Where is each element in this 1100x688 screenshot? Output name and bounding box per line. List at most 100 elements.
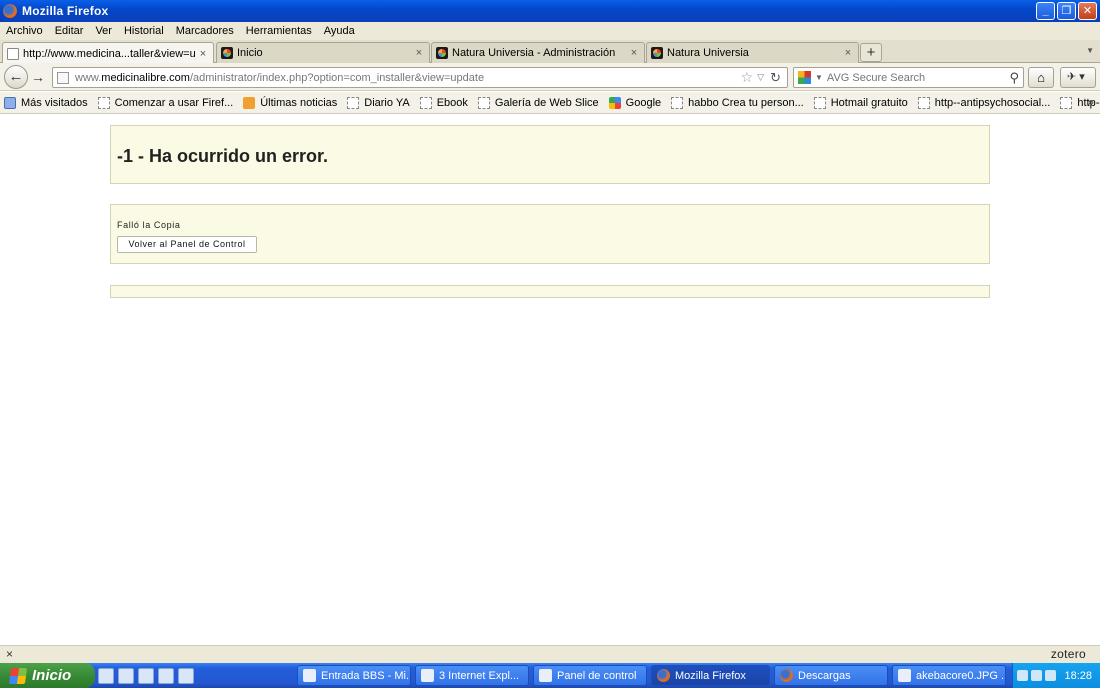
tab-label: http://www.medicina...taller&view=update	[23, 47, 196, 60]
restore-button[interactable]: ❐	[1057, 2, 1076, 20]
bookmark-item[interactable]: Hotmail gratuito	[813, 96, 908, 109]
bookmark-item[interactable]: Diario YA	[347, 96, 410, 109]
search-bar[interactable]: ▼ ⚲	[793, 67, 1024, 88]
taskbar-item[interactable]: Mozilla Firefox	[651, 665, 770, 686]
minimize-button[interactable]: _	[1036, 2, 1055, 20]
image-file-icon	[898, 669, 911, 682]
taskbar-item[interactable]: Descargas	[774, 665, 888, 686]
home-button[interactable]: ⌂	[1028, 67, 1054, 88]
bookmark-page-icon	[1060, 96, 1073, 109]
taskbar-item[interactable]: Panel de control	[533, 665, 647, 686]
folder-icon[interactable]	[98, 668, 114, 684]
bookmarks-toolbar: Más visitados Comenzar a usar Firef... Ú…	[0, 92, 1100, 114]
internet-explorer-icon[interactable]	[118, 668, 134, 684]
tab-close-icon[interactable]: ×	[412, 47, 426, 59]
tab-update[interactable]: http://www.medicina...taller&view=update…	[2, 42, 214, 64]
menu-ayuda[interactable]: Ayuda	[324, 25, 355, 37]
bookmark-page-icon	[917, 96, 930, 109]
url-bar[interactable]: www.medicinalibre.com/administrator/inde…	[52, 67, 788, 88]
menu-archivo[interactable]: Archivo	[6, 25, 43, 37]
taskbar-item[interactable]: 3 Internet Expl...	[415, 665, 529, 686]
tab-label: Natura Universia - Administración	[452, 47, 616, 59]
taskbar-item[interactable]: Entrada BBS - Mi...	[297, 665, 411, 686]
search-input[interactable]	[826, 71, 1010, 84]
start-button[interactable]: Inicio	[0, 663, 95, 688]
menu-marcadores[interactable]: Marcadores	[176, 25, 234, 37]
tab-close-icon[interactable]: ×	[841, 47, 855, 59]
close-addon-bar-icon[interactable]: ×	[6, 647, 13, 661]
taskbar-item[interactable]: akebacore0.JPG ...	[892, 665, 1006, 686]
messenger-icon[interactable]	[158, 668, 174, 684]
windows-logo-icon	[8, 667, 28, 684]
bookmark-page-icon	[477, 96, 490, 109]
bookmark-page-icon	[671, 96, 684, 109]
windows-taskbar: Inicio Entrada BBS - Mi... 3 Internet Ex…	[0, 663, 1100, 688]
search-icon[interactable]: ⚲	[1009, 70, 1019, 86]
url-text[interactable]: www.medicinalibre.com/administrator/inde…	[75, 72, 741, 84]
bookmark-item[interactable]: http--antipsychosocial...	[917, 96, 1050, 109]
most-visited-icon	[4, 96, 16, 109]
bookmark-item[interactable]: Google	[608, 96, 661, 109]
extension-menu-button[interactable]: ✈ ▾	[1060, 67, 1096, 88]
page-content: -1 - Ha ocurrido un error. Falló la Copi…	[0, 115, 1100, 645]
joomla-icon	[651, 47, 663, 59]
blank-page-icon	[7, 47, 19, 60]
tab-label: Natura Universia	[667, 47, 749, 59]
menu-editar[interactable]: Editar	[55, 25, 84, 37]
error-title: -1 - Ha ocurrido un error.	[117, 146, 329, 166]
tab-label: Inicio	[237, 47, 263, 59]
joomla-icon	[436, 47, 448, 59]
tab-natura[interactable]: Natura Universia ×	[646, 42, 859, 63]
volume-icon[interactable]	[1031, 670, 1043, 681]
site-identity-icon[interactable]	[57, 71, 69, 84]
tab-inicio[interactable]: Inicio ×	[216, 42, 430, 63]
tab-bar: http://www.medicina...taller&view=update…	[0, 40, 1100, 64]
joomla-icon	[221, 47, 233, 59]
bookmark-item[interactable]: habbo Crea tu person...	[671, 96, 804, 109]
clock: 18:28	[1064, 669, 1092, 682]
menu-bar: Archivo Editar Ver Historial Marcadores …	[0, 22, 1100, 40]
messenger-tray-icon[interactable]	[1045, 670, 1057, 681]
window-title: Mozilla Firefox	[22, 4, 109, 18]
tab-close-icon[interactable]: ×	[627, 47, 641, 59]
bookmark-star-icon[interactable]: ☆	[741, 69, 754, 86]
tray-icons	[1017, 670, 1057, 681]
back-button[interactable]: ←	[4, 65, 28, 89]
bookmark-item[interactable]: Comenzar a usar Firef...	[97, 96, 233, 109]
firefox-logo-icon	[3, 4, 17, 18]
new-tab-button[interactable]: +	[860, 43, 882, 62]
bookmark-page-icon	[813, 96, 826, 109]
firefox-icon	[780, 669, 793, 682]
search-engine-dropdown-icon[interactable]: ▼	[815, 73, 823, 82]
bookmark-item[interactable]: Más visitados	[4, 96, 88, 109]
bookmark-page-icon	[419, 96, 432, 109]
error-message: Falló la Copia	[117, 220, 181, 230]
rss-icon	[243, 96, 256, 109]
window-controls: _ ❐ ✕	[1036, 2, 1097, 20]
menu-historial[interactable]: Historial	[124, 25, 164, 37]
more-bookmarks-chevron-icon[interactable]: »	[1087, 95, 1094, 109]
url-history-dropdown-icon[interactable]: ▽	[757, 72, 764, 83]
bookmark-item[interactable]: Ebook	[419, 96, 468, 109]
tab-close-icon[interactable]: ×	[196, 48, 210, 60]
bookmark-item[interactable]: Galería de Web Slice	[477, 96, 599, 109]
bookmark-item[interactable]: Últimas noticias	[243, 96, 337, 109]
window-icon	[303, 669, 316, 682]
quick-launch	[98, 668, 194, 684]
tab-natura-admin[interactable]: Natura Universia - Administración ×	[431, 42, 645, 63]
network-icon[interactable]	[1017, 670, 1029, 681]
menu-ver[interactable]: Ver	[95, 25, 112, 37]
avg-search-engine-icon[interactable]	[798, 71, 811, 84]
list-all-tabs-icon[interactable]: ▼	[1086, 46, 1094, 55]
firefox-quick-icon[interactable]	[178, 668, 194, 684]
menu-herramientas[interactable]: Herramientas	[246, 25, 312, 37]
bookmark-item[interactable]: http--cache.lego.com-...	[1060, 96, 1100, 109]
forward-button[interactable]: →	[28, 68, 48, 86]
zotero-button[interactable]: zotero	[1051, 647, 1086, 661]
close-window-button[interactable]: ✕	[1078, 2, 1097, 20]
system-tray: 18:28	[1012, 663, 1100, 688]
back-to-control-panel-button[interactable]: Volver al Panel de Control	[117, 236, 257, 253]
word-icon[interactable]	[138, 668, 154, 684]
reload-icon[interactable]: ↻	[770, 70, 781, 86]
error-message-box: Falló la Copia Volver al Panel de Contro…	[110, 204, 990, 264]
